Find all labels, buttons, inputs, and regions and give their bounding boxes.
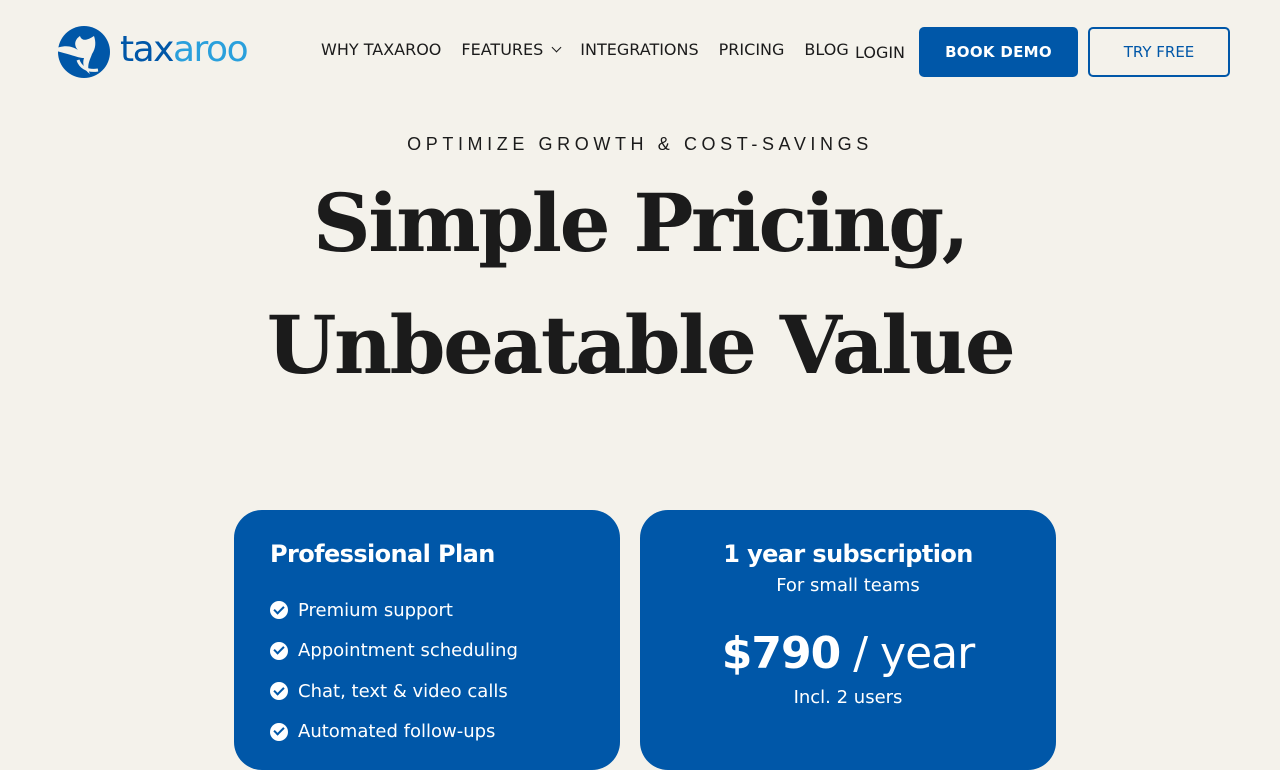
login-link[interactable]: LOGIN <box>855 43 905 62</box>
plan-feature-list: Premium support Appointment scheduling C… <box>270 590 518 752</box>
hero-title: Simple Pricing, Unbeatable Value <box>0 162 1280 406</box>
site-header: taxaroo WHY TAXAROO FEATURES INTEGRATION… <box>0 0 1280 104</box>
plan-feature: Automated follow-ups <box>270 712 518 753</box>
check-circle-icon <box>270 601 288 620</box>
plan-title: Professional Plan <box>270 540 495 568</box>
nav-features[interactable]: FEATURES <box>461 40 562 59</box>
nav-why-taxaroo[interactable]: WHY TAXAROO <box>321 40 441 59</box>
book-demo-button[interactable]: BOOK DEMO <box>919 27 1078 77</box>
nav-features-label: FEATURES <box>461 40 544 59</box>
nav-integrations[interactable]: INTEGRATIONS <box>580 40 698 59</box>
subscription-users: Incl. 2 users <box>793 687 903 708</box>
check-circle-icon <box>270 682 288 701</box>
price-amount: $790 <box>721 628 841 679</box>
taxaroo-logo[interactable]: taxaroo <box>50 24 249 78</box>
nav-blog[interactable]: BLOG <box>804 40 848 59</box>
logo-text-main: tax <box>120 28 174 70</box>
subscription-card: 1 year subscription For small teams $790… <box>640 510 1056 770</box>
subscription-title: 1 year subscription <box>723 540 973 568</box>
professional-plan-card: Professional Plan Premium support Appoin… <box>234 510 620 770</box>
logo-text-accent: aroo <box>172 28 249 70</box>
nav-pricing[interactable]: PRICING <box>719 40 785 59</box>
chevron-down-icon <box>551 42 562 53</box>
hero-eyebrow: OPTIMIZE GROWTH & COST-SAVINGS <box>407 134 873 154</box>
kangaroo-logo-icon <box>52 26 110 78</box>
subscription-price: $790 / year <box>640 628 1056 679</box>
try-free-button[interactable]: TRY FREE <box>1088 27 1230 77</box>
price-period: / year <box>840 628 975 679</box>
plan-feature: Premium support <box>270 590 518 631</box>
check-circle-icon <box>270 641 288 660</box>
hero-title-line1: Simple Pricing, <box>312 176 970 270</box>
subscription-tagline: For small teams <box>776 575 920 596</box>
plan-feature: Appointment scheduling <box>270 631 518 672</box>
hero-title-line2: Unbeatable Value <box>266 298 1016 392</box>
check-circle-icon <box>270 722 288 741</box>
main-nav: WHY TAXAROO FEATURES INTEGRATIONS PRICIN… <box>321 40 869 59</box>
plan-feature: Chat, text & video calls <box>270 671 518 712</box>
